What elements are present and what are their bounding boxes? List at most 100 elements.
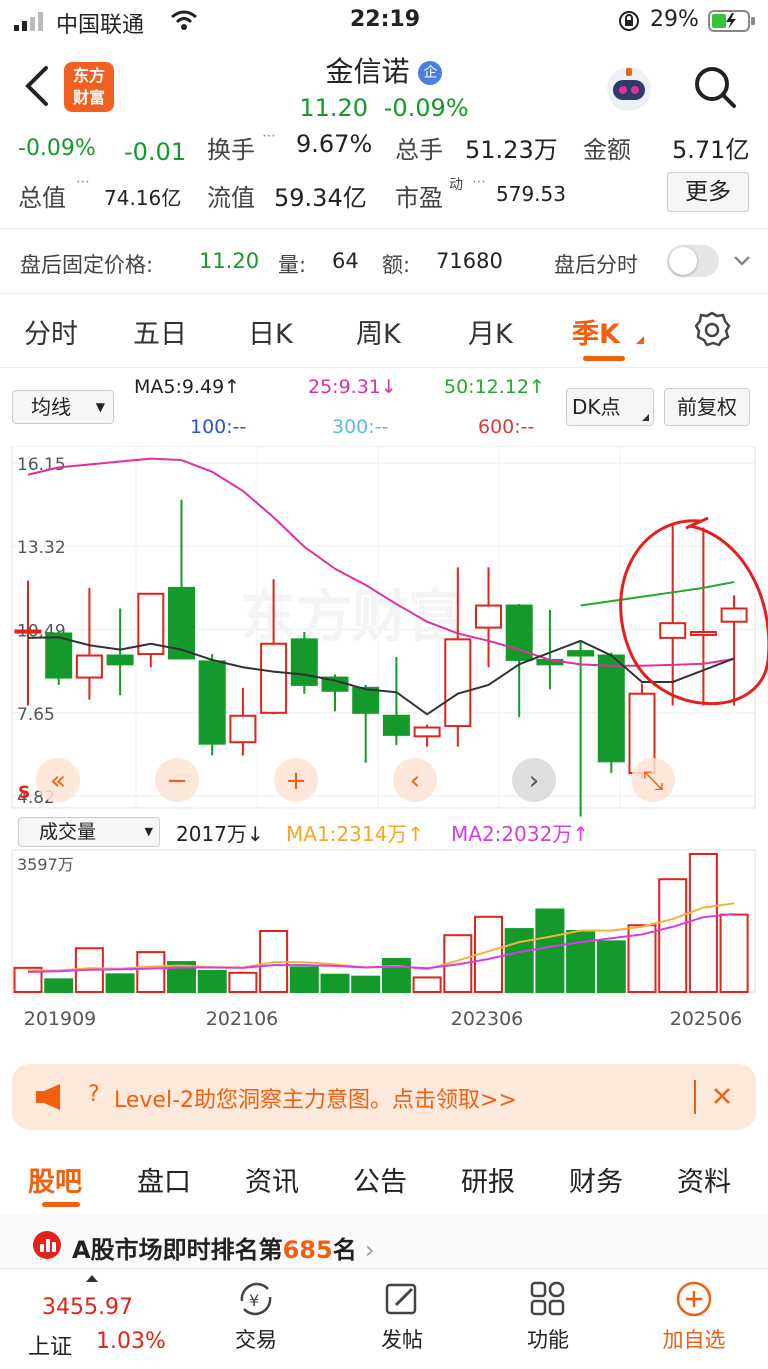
afterhours-amt: 71680 (436, 249, 503, 273)
rotation-lock-icon (618, 10, 640, 38)
volume-bar (412, 976, 442, 994)
candle-body (475, 604, 502, 629)
ma300-value: 300:-- (332, 416, 389, 438)
banner-text[interactable]: Level-2助您洞察主力意图。点击领取>> (114, 1082, 517, 1114)
volume-selector[interactable]: 成交量 ▼ (18, 817, 160, 847)
tab-pankou[interactable]: 盘口 (137, 1160, 191, 1199)
ma25-value: 25:9.31↓ (308, 376, 397, 398)
robot-assistant-icon[interactable] (604, 64, 654, 118)
quote-change-pct: -0.09% (18, 136, 96, 161)
kline-svg[interactable]: 16.1513.3210.497.654.82东方财富« − + ‹ › ⤡S3597万2… (0, 445, 768, 1056)
volume-bar (105, 973, 135, 994)
afterhours-toggle[interactable] (667, 245, 719, 277)
edit-icon (385, 1283, 417, 1315)
afterhours-price: 11.20 (199, 249, 260, 273)
volume-ma2: MA2:2032万↑ (451, 822, 590, 846)
tab-guba[interactable]: 股吧 (28, 1160, 82, 1199)
section-tab-underline (42, 1202, 80, 1207)
ma-selector-label: 均线 (31, 395, 71, 419)
add-watchlist-tab[interactable]: 加自选 (634, 1279, 754, 1354)
caret-down-icon: ▼ (95, 400, 105, 414)
mktcap-info-icon[interactable]: ⋯ (76, 174, 90, 190)
volume-max-label: 3597万 (17, 855, 74, 874)
fullscreen-icon[interactable]: ⤡ (643, 766, 664, 796)
pe-info-icon[interactable]: ⋯ (472, 174, 486, 190)
ma50-value: 50:12.12↑ (444, 376, 545, 398)
bottom-tab-bar: 3455.97 上证 1.03% ¥ 交易 发帖 功能 加自选 (0, 1268, 768, 1369)
volume-bar (136, 951, 166, 994)
post-tab[interactable]: 发帖 (342, 1279, 462, 1354)
index-up-arrow-icon (86, 1275, 98, 1282)
adjust-mode-button[interactable]: 前复权 (664, 388, 750, 426)
mktcap-value: 74.16亿 (104, 186, 182, 210)
candle-body (720, 607, 748, 623)
close-icon[interactable] (712, 1086, 732, 1110)
dk-corner-caret (642, 414, 649, 421)
candle-body (413, 726, 441, 738)
tab-intraday[interactable]: 分时 (24, 312, 78, 351)
tab-quarterly-k[interactable]: 季K (572, 312, 620, 351)
tab-profile[interactable]: 资料 (677, 1160, 731, 1199)
candle-body (260, 642, 288, 714)
tab-announcements[interactable]: 公告 (353, 1160, 407, 1199)
rank-suffix: 名 (332, 1236, 357, 1264)
chevron-down-icon[interactable] (732, 251, 752, 276)
ma5-value: MA5:9.49↑ (134, 376, 241, 398)
candle-body (689, 630, 717, 636)
turnover-value: 9.67% (296, 130, 373, 158)
battery-icon (708, 9, 756, 39)
volume-ma1: MA1:2314万↑ (286, 822, 425, 846)
turnover-info-icon[interactable]: ⋯ (262, 128, 276, 144)
amount-label: 金额 (583, 136, 631, 164)
volume-bar (351, 975, 381, 993)
quote-panel: -0.09% -0.01 换手 ⋯ 9.67% 总手 51.23万 金额 5.7… (0, 128, 768, 218)
stock-header: 东方财富 金信诺 企 11.20 -0.09% (0, 44, 768, 132)
tab-weekly-k[interactable]: 周K (356, 312, 401, 351)
volume-bar (658, 878, 688, 993)
afterhours-label: 盘后固定价格: (20, 253, 154, 277)
price-tick-label: 7.65 (17, 705, 55, 725)
caret-down-icon: ▼ (144, 825, 153, 838)
zoom-in-icon[interactable]: + (285, 766, 307, 796)
tab-news[interactable]: 资讯 (245, 1160, 299, 1199)
settings-gear-icon[interactable] (692, 310, 732, 357)
search-icon[interactable] (692, 64, 738, 114)
period-tabs: 分时 五日 日K 周K 月K 季K (0, 296, 768, 368)
volume-bar (596, 940, 626, 993)
ma-selector[interactable]: 均线 ▼ (12, 390, 114, 424)
functions-tab[interactable]: 功能 (488, 1279, 608, 1354)
enterprise-badge: 企 (418, 61, 443, 85)
candle-body (659, 622, 687, 639)
turnover-label: 换手 (207, 136, 255, 164)
level2-banner[interactable]: ? Level-2助您洞察主力意图。点击领取>> (12, 1064, 756, 1130)
chevron-right-icon: › (365, 1236, 375, 1264)
market-rank-bar[interactable]: A股市场即时排名第685名 › (0, 1214, 768, 1270)
kline-chart-area: 16.15 13.32 10.49 7.65 4.82 东方财富 «− + ‹ › ⤡ S 3597万 2… (0, 445, 768, 1056)
step-left-icon[interactable]: ‹ (410, 766, 420, 796)
wifi-icon (170, 9, 198, 37)
carrier-label: 中国联通 (56, 13, 145, 38)
tab-research[interactable]: 研报 (461, 1160, 515, 1199)
tab-finance[interactable]: 财务 (569, 1160, 623, 1199)
rank-prefix: A股市场即时排名第 (72, 1236, 283, 1264)
tab-daily-k[interactable]: 日K (248, 312, 293, 351)
step-right-icon[interactable]: › (529, 766, 539, 796)
dk-points-button[interactable]: DK点 (566, 388, 654, 426)
after-hours-bar: 盘后固定价格: 11.20 量: 64 额: 71680 盘后分时 (0, 228, 768, 294)
index-change[interactable]: 1.03% (96, 1329, 166, 1354)
svg-text:¥: ¥ (249, 1291, 259, 1310)
volume-bar (44, 978, 74, 994)
trade-tab[interactable]: ¥ 交易 (196, 1279, 316, 1354)
tab-five-day[interactable]: 五日 (133, 312, 187, 351)
status-bar: 中国联通 22:19 29% (0, 0, 768, 44)
header-change: -0.09% (383, 94, 469, 122)
zoom-out-icon[interactable]: − (166, 766, 188, 796)
x-tick-label: 202306 (451, 1008, 524, 1030)
index-value[interactable]: 3455.97 (42, 1295, 133, 1320)
scroll-left-icon[interactable]: « (50, 766, 66, 796)
tab-monthly-k[interactable]: 月K (468, 312, 513, 351)
index-name[interactable]: 上证 (28, 1329, 72, 1361)
volume-bar (688, 853, 718, 993)
candle-body (567, 650, 595, 657)
more-button[interactable]: 更多 (667, 172, 749, 212)
